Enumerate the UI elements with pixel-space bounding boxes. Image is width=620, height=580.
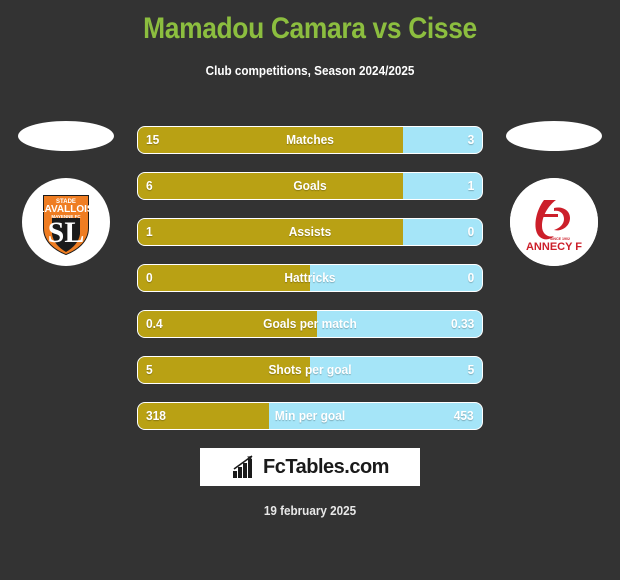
stat-value-away: 5 — [467, 362, 474, 377]
stat-bars-list: 15 Matches 3 6 Goals 1 1 Assists 0 0 Hattricks 0 0.4… — [137, 126, 483, 448]
stat-label: Min per goal — [274, 408, 346, 423]
team-badge-left: STADE LAVALLOIS MAYENNE FC SL — [22, 178, 110, 266]
stat-row: 15 Matches 3 — [137, 126, 483, 154]
stat-label: Matches — [286, 132, 334, 147]
stade-lavallois-crest-icon: STADE LAVALLOIS MAYENNE FC SL — [38, 195, 94, 256]
stat-label: Shots per goal — [268, 362, 352, 377]
team-badge-right: SINCE 1902 ANNECY F — [510, 178, 598, 266]
fctables-brand-text: FcTables.com — [263, 455, 389, 478]
stat-label: Goals — [293, 178, 327, 193]
stat-label: Goals per match — [263, 316, 357, 331]
svg-text:SL: SL — [48, 216, 85, 249]
stat-row: 1 Assists 0 — [137, 218, 483, 246]
report-date: 19 february 2025 — [263, 503, 357, 518]
stat-value-away: 1 — [467, 178, 474, 193]
stat-row: 6 Goals 1 — [137, 172, 483, 200]
decorative-ellipse-left — [18, 121, 114, 151]
stat-value-away: 453 — [454, 408, 474, 423]
team-badge-right-disc: SINCE 1902 ANNECY F — [510, 178, 598, 266]
stat-comparison-infographic: Mamadou Camara vs Cisse Club competition… — [0, 0, 620, 580]
svg-text:ANNECY F: ANNECY F — [526, 241, 582, 253]
page-title: Mamadou Camara vs Cisse — [143, 12, 477, 45]
stat-row: 0 Hattricks 0 — [137, 264, 483, 292]
bar-chart-icon — [233, 455, 253, 478]
stat-value-away: 0.33 — [450, 316, 474, 331]
fctables-logo: FcTables.com — [200, 448, 420, 486]
team-badge-left-disc: STADE LAVALLOIS MAYENNE FC SL — [22, 178, 110, 266]
decorative-ellipse-right — [506, 121, 602, 151]
stat-row: 5 Shots per goal 5 — [137, 356, 483, 384]
annecy-fc-crest-icon: SINCE 1902 ANNECY F — [510, 178, 598, 266]
stat-value-away: 3 — [467, 132, 474, 147]
stat-label: Hattricks — [284, 270, 336, 285]
stat-value-away: 0 — [467, 270, 474, 285]
stat-label: Assists — [288, 224, 332, 239]
page-subtitle: Club competitions, Season 2024/2025 — [205, 63, 415, 78]
stat-row: 0.4 Goals per match 0.33 — [137, 310, 483, 338]
stat-row: 318 Min per goal 453 — [137, 402, 483, 430]
stat-value-away: 0 — [467, 224, 474, 239]
